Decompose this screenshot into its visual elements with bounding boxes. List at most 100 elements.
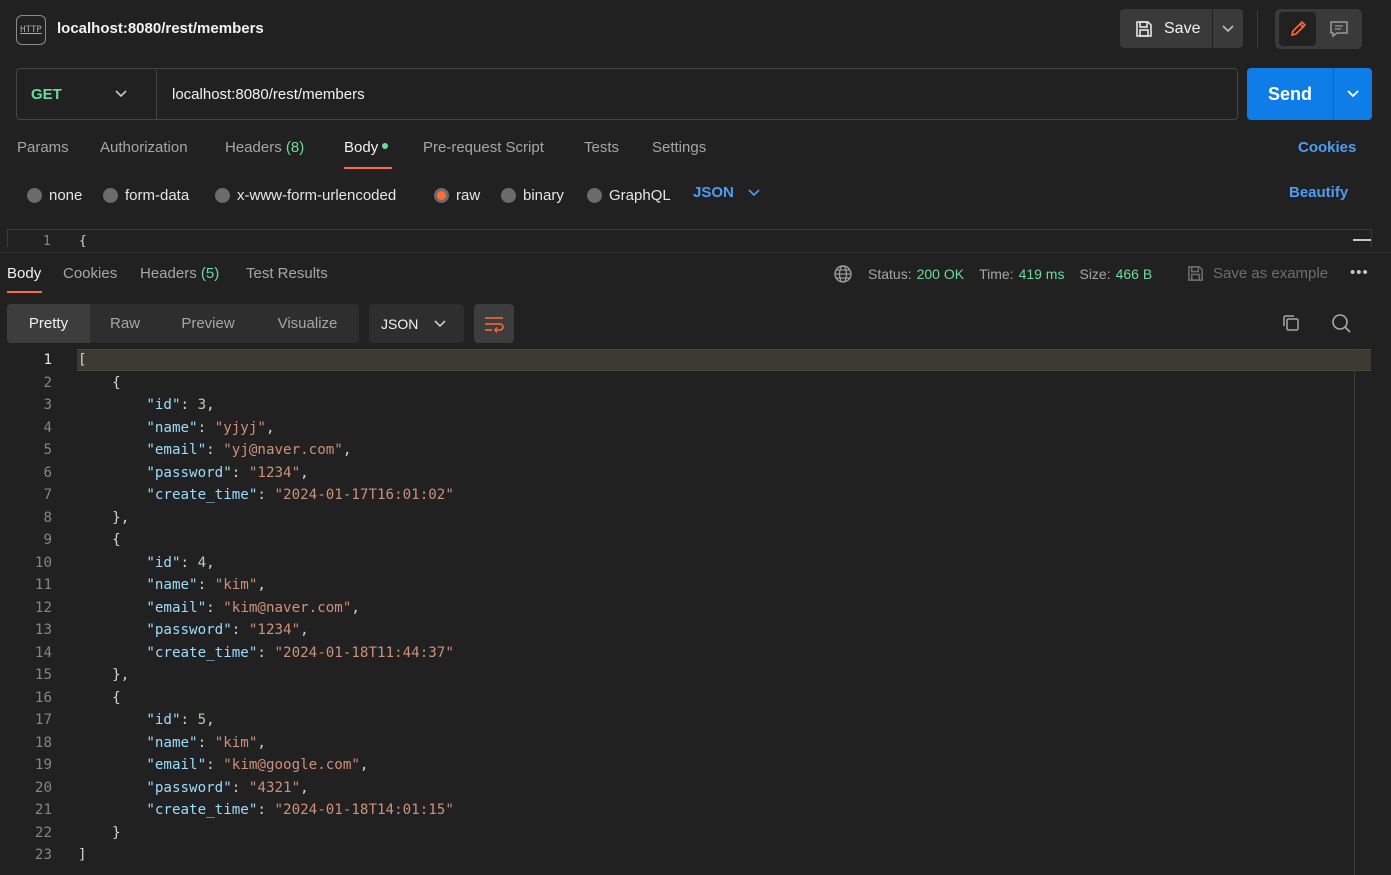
save-as-example-button[interactable]: Save as example [1186, 264, 1328, 283]
code-line: 19 "email": "kim@google.com", [0, 754, 1372, 777]
code-text: "email": "kim@naver.com", [146, 599, 360, 616]
code-text: } [78, 824, 121, 841]
tab-authorization[interactable]: Authorization [100, 139, 188, 156]
wrap-lines-icon [485, 316, 504, 333]
scrollbar[interactable] [1354, 349, 1355, 875]
cookies-link[interactable]: Cookies [1298, 139, 1356, 156]
url-input[interactable]: localhost:8080/rest/members [156, 68, 1238, 120]
view-visualize[interactable]: Visualize [256, 304, 359, 343]
code-line: 3 "id": 3, [0, 394, 1372, 417]
chevron-down-icon [1347, 90, 1359, 98]
body-format-select[interactable]: JSON [693, 184, 760, 201]
wrap-lines-button[interactable] [474, 304, 514, 343]
search-icon[interactable] [1331, 313, 1352, 338]
code-line: 20 "password": "4321", [0, 777, 1372, 800]
status-code[interactable]: 200 OK [917, 266, 964, 282]
body-type-form-data[interactable]: form-data [103, 184, 189, 206]
comment-mode-button[interactable] [1320, 12, 1357, 46]
tab-tests[interactable]: Tests [584, 139, 619, 156]
response-active-tab-indicator [7, 291, 42, 293]
body-type-urlencoded[interactable]: x-www-form-urlencoded [215, 184, 396, 206]
line-number: 10 [34, 554, 52, 571]
code-text: "create_time": "2024-01-17T16:01:02" [146, 487, 454, 503]
code-line: 22 } [0, 822, 1372, 845]
response-body-viewer[interactable]: 1[2 {3 "id": 3, 4 "name": "yjyj", 5 "email… [0, 349, 1372, 875]
code-text: [ [78, 352, 87, 368]
response-format-select[interactable]: JSON [369, 304, 464, 343]
edit-mode-button[interactable] [1279, 12, 1316, 46]
body-type-none[interactable]: none [27, 184, 82, 206]
tab-body[interactable]: Body [344, 139, 389, 156]
radio-icon [103, 187, 118, 203]
code-line: 6 "password": "1234", [0, 462, 1372, 485]
copy-icon[interactable] [1281, 313, 1301, 337]
beautify-button[interactable]: Beautify [1289, 184, 1348, 201]
send-dropdown-button[interactable] [1333, 68, 1372, 120]
response-tab-cookies[interactable]: Cookies [63, 265, 117, 282]
line-number: 2 [43, 374, 52, 391]
code-line: 17 "id": 5, [0, 709, 1372, 732]
tab-settings[interactable]: Settings [652, 139, 706, 156]
more-options-icon[interactable]: ••• [1350, 264, 1369, 281]
response-status-bar: Status: 200 OK Time: 419 ms Size: 466 B [833, 264, 1152, 284]
view-preview[interactable]: Preview [160, 304, 256, 343]
pencil-icon [1290, 20, 1306, 37]
request-body-editor[interactable]: 1 { [7, 229, 1372, 247]
line-number: 19 [34, 757, 52, 773]
save-button-label: Save [1164, 19, 1201, 37]
response-tab-test-results[interactable]: Test Results [246, 265, 328, 282]
tab-params[interactable]: Params [17, 139, 69, 156]
request-title[interactable]: localhost:8080/rest/members [57, 20, 264, 37]
view-pretty[interactable]: Pretty [7, 304, 90, 343]
minimize-icon[interactable] [1353, 239, 1371, 241]
line-number: 12 [34, 599, 52, 616]
save-dropdown-button[interactable] [1213, 9, 1243, 48]
method-select[interactable]: GET [16, 68, 156, 120]
headers-count: (8) [285, 139, 305, 156]
response-headers-count: (5) [200, 265, 220, 282]
http-request-icon: HTTP [16, 15, 46, 45]
comment-icon [1329, 21, 1348, 38]
code-line: 7 "create_time": "2024-01-17T16:01:02" [0, 484, 1372, 507]
radio-icon [587, 187, 602, 203]
method-value: GET [31, 85, 62, 103]
radio-selected-icon [434, 187, 449, 203]
code-text: ] [78, 847, 87, 863]
send-button[interactable]: Send [1247, 68, 1333, 120]
code-text: "password": "1234", [146, 622, 309, 638]
body-type-raw[interactable]: raw [434, 184, 480, 206]
response-time[interactable]: 419 ms [1019, 266, 1065, 282]
pane-divider[interactable] [0, 252, 1391, 253]
line-number: 3 [43, 397, 52, 413]
view-raw[interactable]: Raw [90, 304, 160, 343]
line-number: 4 [43, 419, 52, 436]
code-text: "email": "kim@google.com", [146, 757, 369, 773]
globe-icon[interactable] [833, 264, 853, 284]
line-number: 1 [43, 352, 52, 368]
code-text: }, [78, 509, 130, 526]
chevron-down-icon [115, 90, 127, 98]
body-type-graphql[interactable]: GraphQL [587, 184, 671, 206]
line-number: 21 [34, 802, 52, 818]
save-button[interactable]: Save [1120, 9, 1212, 48]
code-text: "id": 3, [146, 397, 215, 413]
code-line: 16 { [0, 687, 1372, 710]
response-tab-body[interactable]: Body [7, 265, 41, 282]
line-number: 22 [34, 824, 52, 841]
line-number: 20 [34, 779, 52, 796]
code-line: 1[ [0, 349, 1372, 372]
response-size[interactable]: 466 B [1116, 266, 1153, 282]
code-line: 9 { [0, 529, 1372, 552]
body-modified-dot [382, 143, 389, 150]
line-number: 8 [43, 509, 52, 526]
tab-headers[interactable]: Headers (8) [225, 139, 304, 156]
response-tab-headers[interactable]: Headers (5) [140, 265, 219, 282]
code-text: "password": "1234", [146, 464, 309, 481]
tab-pre-request-script[interactable]: Pre-request Script [423, 139, 544, 156]
code-line: 21 "create_time": "2024-01-18T14:01:15" [0, 799, 1372, 822]
code-text: "name": "kim", [146, 577, 266, 593]
chevron-down-icon [1222, 24, 1234, 32]
code-text: { [78, 689, 121, 706]
line-number: 14 [34, 644, 52, 661]
body-type-binary[interactable]: binary [501, 184, 564, 206]
